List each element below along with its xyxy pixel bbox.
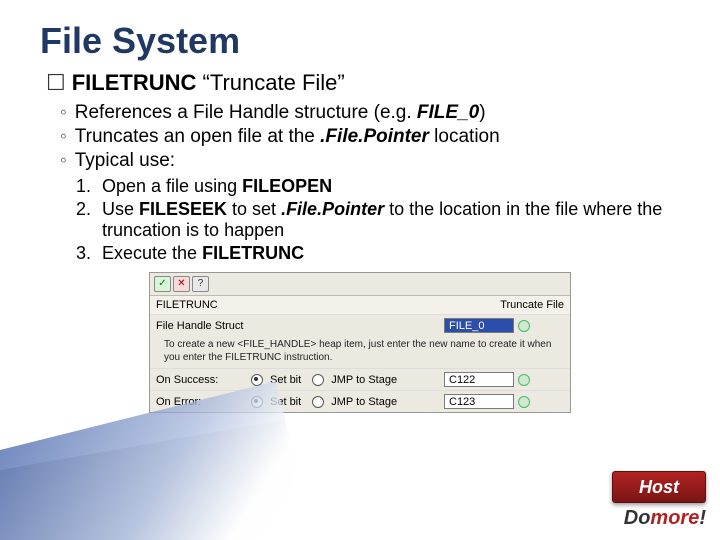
bullet-text: Typical use:: [75, 150, 175, 171]
step-item: Execute the FILETRUNC: [96, 243, 680, 264]
step-pre: Use: [102, 199, 139, 219]
host-engineering-logo: Host: [612, 471, 706, 503]
bullet-item: ◦ References a File Handle structure (e.g…: [60, 102, 680, 124]
step-item: Use FILESEEK to set .File.Pointer to the…: [96, 199, 680, 241]
radio-jmp-error[interactable]: [312, 396, 324, 408]
on-success-label: On Success:: [156, 374, 251, 386]
filetrunc-dialog: ✓ ✕ ? FILETRUNC Truncate File File Handl…: [149, 272, 571, 413]
radio-jmp-error-label: JMP to Stage: [331, 396, 397, 408]
step-item: Open a file using FILEOPEN: [96, 176, 680, 197]
radio-jmp-success[interactable]: [312, 374, 324, 386]
command-quoted: “Truncate File”: [203, 70, 345, 95]
bullet-marker: ◦: [60, 126, 67, 147]
step-bold: FILESEEK: [139, 199, 227, 219]
logo-block: Host Domore!: [612, 471, 706, 530]
domore-do: Do: [624, 507, 651, 529]
on-success-target-input[interactable]: C122: [444, 372, 514, 387]
dialog-title-right: Truncate File: [500, 299, 564, 311]
command-name: FILETRUNC: [72, 70, 197, 95]
step-pre: Open a file using: [102, 176, 242, 196]
bullet-emph: .File.Pointer: [320, 126, 429, 147]
bullet-text-post: ): [479, 102, 485, 123]
bullet-item: ◦ Truncates an open file at the .File.Poi…: [60, 126, 680, 148]
bullet-text: References a File Handle structure (e.g.: [75, 102, 417, 123]
on-success-options: Set bit JMP to Stage: [251, 374, 444, 386]
bullet-marker: ◦: [60, 102, 67, 123]
help-icon[interactable]: ?: [192, 276, 209, 292]
field-label: File Handle Struct: [156, 320, 251, 332]
step-bold: FILETRUNC: [202, 243, 304, 263]
page-title: File System: [40, 20, 680, 62]
accept-icon[interactable]: ✓: [154, 276, 171, 292]
cancel-icon[interactable]: ✕: [173, 276, 190, 292]
slide: File System ☐FILETRUNC “Truncate File” ◦…: [0, 0, 720, 540]
steps-list: Open a file using FILEOPEN Use FILESEEK …: [96, 176, 680, 264]
bullet-text-post: location: [429, 126, 500, 147]
dialog-hint: To create a new <FILE_HANDLE> heap item,…: [150, 336, 570, 368]
step-pre: Execute the: [102, 243, 202, 263]
bullet-item: ◦ Typical use:: [60, 150, 680, 172]
bullet-text: Truncates an open file at the: [75, 126, 320, 147]
dialog-toolbar: ✓ ✕ ?: [150, 273, 570, 296]
dialog-header-row: FILETRUNC Truncate File: [150, 296, 570, 314]
tag-picker-icon[interactable]: [518, 320, 530, 332]
file-handle-input[interactable]: FILE_0: [444, 318, 514, 333]
bullet-checkbox: ☐: [46, 70, 66, 95]
command-line: ☐FILETRUNC “Truncate File”: [46, 70, 680, 96]
tag-picker-icon[interactable]: [518, 374, 530, 386]
radio-jmp-success-label: JMP to Stage: [331, 374, 397, 386]
domore-more: more: [650, 507, 699, 529]
bullet-list: ◦ References a File Handle structure (e.g…: [60, 102, 680, 172]
step-emph: .File.Pointer: [281, 199, 384, 219]
step-mid: to set: [227, 199, 281, 219]
bullet-emph: FILE_0: [417, 102, 479, 123]
domore-bang: !: [699, 507, 706, 529]
on-error-target-input[interactable]: C123: [444, 394, 514, 409]
dialog-title-left: FILETRUNC: [156, 299, 251, 311]
domore-logo: Domore!: [612, 507, 706, 530]
field-row: File Handle Struct FILE_0: [150, 314, 570, 336]
step-bold: FILEOPEN: [242, 176, 332, 196]
tag-picker-icon[interactable]: [518, 396, 530, 408]
bullet-marker: ◦: [60, 150, 67, 171]
on-success-row: On Success: Set bit JMP to Stage C122: [150, 368, 570, 390]
